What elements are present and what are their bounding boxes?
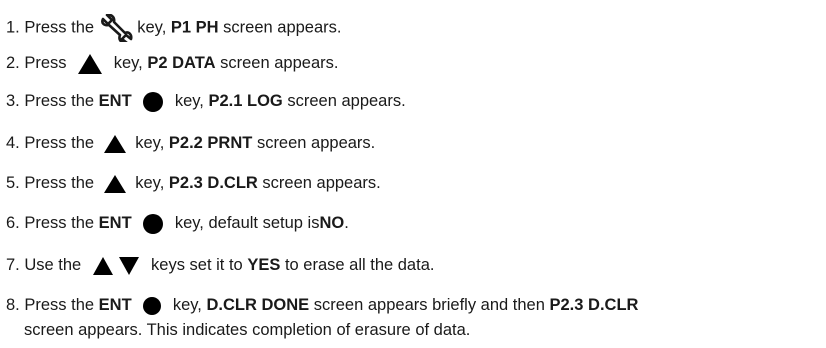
step-7: 7. Use the keys set it to YES to erase a… — [6, 254, 822, 276]
key-name: ENT — [98, 214, 132, 232]
step-text: key, — [172, 296, 202, 314]
wrench-icon — [99, 14, 133, 42]
step-text: Press the — [24, 18, 95, 37]
step-text: screen appears. — [262, 174, 381, 192]
screen-name: P2 DATA — [147, 54, 216, 72]
key-name: ENT — [98, 296, 132, 314]
step-text: Press — [24, 54, 67, 72]
screen-name: P2.3 D.CLR — [168, 174, 258, 192]
step-text: key, — [135, 174, 165, 192]
step-1: 1. Press the key, P1 PH screen appears. — [6, 14, 822, 42]
step-number: 8. — [6, 296, 20, 314]
step-number: 3. — [6, 92, 20, 110]
step-text: screen appears. — [256, 134, 376, 152]
step-text: Press the — [24, 214, 95, 232]
step-text: key, — [174, 92, 204, 110]
up-triangle-icon — [103, 134, 127, 154]
step-6: 6. Press the ENT key, default setup isNO… — [6, 212, 822, 235]
step-4: 4. Press the key, P2.2 PRNT screen appea… — [6, 132, 822, 154]
step-number: 5. — [6, 174, 20, 192]
step-text: Press the — [24, 134, 95, 152]
step-3: 3. Press the ENT key, P2.1 LOG screen ap… — [6, 90, 822, 113]
step-text: key, default setup is — [174, 214, 320, 232]
enter-circle-icon — [142, 91, 164, 113]
setting-value: YES — [247, 256, 281, 274]
step-5: 5. Press the key, P2.3 D.CLR screen appe… — [6, 172, 822, 194]
step-text: Press the — [24, 296, 95, 314]
step-text: screen appears. This indicates completio… — [24, 321, 471, 339]
key-name: ENT — [98, 92, 132, 110]
step-number: 7. — [6, 256, 20, 274]
screen-name: P2.3 D.CLR — [549, 296, 639, 314]
step-number: 1. — [6, 18, 20, 37]
step-text: key, — [137, 18, 167, 37]
step-2: 2. Press key, P2 DATA screen appears. — [6, 52, 822, 75]
screen-name: P1 PH — [170, 18, 219, 37]
screen-name: P2.1 LOG — [208, 92, 283, 110]
up-triangle-icon — [77, 53, 103, 75]
screen-name: D.CLR DONE — [206, 296, 310, 314]
step-text: Press the — [24, 174, 95, 192]
screen-name: P2.2 PRNT — [168, 134, 253, 152]
step-text: screen appears briefly and then — [313, 296, 545, 314]
step-8: 8. Press the ENT key, D.CLR DONE screen … — [6, 294, 822, 316]
step-text: Press the — [24, 92, 95, 110]
step-text: screen appears. — [223, 18, 342, 37]
step-text: Use the — [24, 256, 82, 274]
down-triangle-icon — [118, 256, 140, 276]
up-triangle-icon — [103, 174, 127, 194]
step-number: 4. — [6, 134, 20, 152]
up-triangle-icon — [92, 256, 114, 276]
step-text: key, — [113, 54, 143, 72]
step-text: screen appears. — [287, 92, 406, 110]
step-text: to erase all the data. — [284, 256, 435, 274]
step-8-continuation: screen appears. This indicates completio… — [24, 319, 822, 341]
instruction-document: 1. Press the key, P1 PH screen appears. … — [0, 0, 826, 348]
step-text: . — [344, 214, 349, 232]
step-number: 2. — [6, 54, 20, 72]
step-text: keys set it to — [151, 256, 243, 274]
setting-value: NO — [319, 214, 345, 232]
step-number: 6. — [6, 214, 20, 232]
enter-circle-icon — [142, 296, 162, 316]
step-text: key, — [135, 134, 165, 152]
enter-circle-icon — [142, 213, 164, 235]
step-text: screen appears. — [220, 54, 339, 72]
